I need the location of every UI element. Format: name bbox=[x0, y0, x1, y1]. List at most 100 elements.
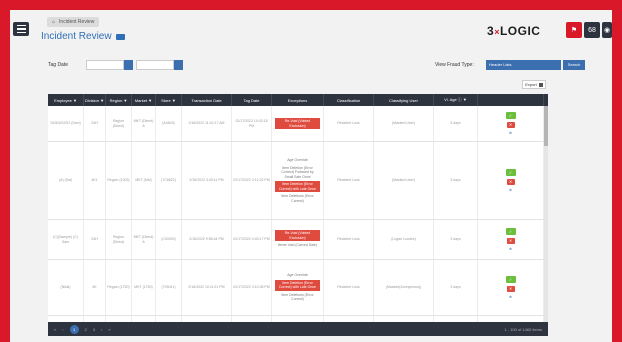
cell-store: (703041) bbox=[156, 260, 182, 315]
cell-actions: ✓ ✕ ⊕ bbox=[478, 106, 544, 141]
cell-market: MKT (Direct) A bbox=[132, 106, 156, 141]
cell-market: MKT (Direct) A bbox=[132, 220, 156, 259]
column-header bbox=[478, 94, 544, 106]
column-header[interactable]: Vi. Age ⓘ ▼ bbox=[434, 94, 478, 106]
approve-button[interactable]: ✓ bbox=[505, 275, 516, 283]
table-row[interactable]: (A) (Sal) 4K1 Region (1003) MKT (Mid) (7C682… bbox=[48, 142, 548, 220]
cell-employee: (C)(Sample) (C) Sam bbox=[48, 220, 84, 259]
column-header[interactable]: Exceptions bbox=[272, 94, 324, 106]
page-title: Incident Review bbox=[41, 31, 125, 42]
export-button[interactable]: Export bbox=[522, 80, 546, 89]
table-row[interactable]: S4302/02/02 (Sam) Z4H Region (Direct) MKT (… bbox=[48, 106, 548, 142]
cell-classification: Resident Loss bbox=[324, 220, 374, 259]
reject-button[interactable]: ✕ bbox=[506, 178, 515, 185]
cell-employee: (Nikki) bbox=[48, 260, 84, 315]
cell-actions: ✓ ✕ ⊕ bbox=[478, 260, 544, 315]
approve-button[interactable]: ✓ bbox=[505, 168, 516, 176]
cell-store: (C00002) bbox=[156, 220, 182, 259]
breadcrumb: ⌂ Incident Review bbox=[47, 17, 100, 27]
tag-date-label: Tag Date bbox=[48, 62, 69, 68]
tag-date-from-input[interactable] bbox=[86, 60, 124, 70]
tag-date-to-input[interactable] bbox=[136, 60, 174, 70]
cell-market: MKT (1750) bbox=[132, 260, 156, 315]
cell-division: Z4H bbox=[84, 106, 106, 141]
page-button[interactable]: « bbox=[54, 327, 56, 332]
home-icon[interactable]: ⌂ bbox=[52, 19, 55, 25]
calendar-icon[interactable] bbox=[174, 60, 183, 70]
video-icon[interactable] bbox=[115, 33, 125, 40]
exception-chip: Item Deletions (Error Correct) bbox=[281, 292, 314, 302]
cell-age: 3 days bbox=[434, 106, 478, 141]
exception-chip: Item Deletion (Error Correct) with Late … bbox=[275, 279, 320, 291]
page-button[interactable]: ‹ bbox=[62, 327, 63, 332]
scrollbar-thumb[interactable] bbox=[544, 106, 548, 146]
table-row[interactable]: (C)(Sample) (C) Sam Z4H Region (Direct) MKT… bbox=[48, 220, 548, 260]
cell-txn-date: 2/16/2022 10:11:21 PM bbox=[182, 260, 232, 315]
top-bar: ⌂ Incident Review Incident Review 3×LOGI… bbox=[10, 10, 612, 48]
search-button[interactable]: Search bbox=[563, 60, 585, 70]
location-icon[interactable]: ◉ bbox=[602, 22, 612, 38]
more-icon[interactable]: ⊕ bbox=[509, 247, 512, 252]
cell-classification: Resident Loss bbox=[324, 260, 374, 315]
column-header[interactable]: Transaction Date bbox=[182, 94, 232, 106]
column-header[interactable]: Store ▼ bbox=[156, 94, 182, 106]
cell-region: Region (Direct) bbox=[106, 106, 132, 141]
page-button[interactable]: 2 bbox=[85, 327, 87, 332]
more-icon[interactable]: ⊕ bbox=[509, 188, 512, 193]
cell-user: (Masked(Anonymous)) bbox=[374, 260, 434, 315]
cell-division: Z4H bbox=[84, 220, 106, 259]
cell-region: Region (Direct) bbox=[106, 220, 132, 259]
notification-count[interactable]: 68 bbox=[584, 22, 600, 38]
table-body: S4302/02/02 (Sam) Z4H Region (Direct) MKT (… bbox=[48, 106, 548, 322]
more-icon[interactable]: ⊕ bbox=[509, 131, 512, 136]
fraud-type-select[interactable]: Header Lists bbox=[486, 60, 561, 70]
cell-market: MKT (Mid) bbox=[132, 142, 156, 219]
approve-button[interactable]: ✓ bbox=[505, 111, 516, 119]
fraud-type-label: View Fraud Type: bbox=[435, 62, 474, 68]
cell-txn-date: 2/16/2022 9:58:44 PM bbox=[182, 220, 232, 259]
cell-exceptions: Age Override Item Deletion (Error Correct… bbox=[272, 260, 324, 315]
cell-actions: ✓ ✕ ⊕ bbox=[478, 220, 544, 259]
page-button[interactable]: › bbox=[101, 327, 102, 332]
reject-button[interactable]: ✕ bbox=[506, 121, 515, 128]
flag-icon[interactable]: ⚑ bbox=[566, 22, 582, 38]
exception-chip: Items Void (Carved Sale) bbox=[278, 243, 317, 248]
exception-chip: Item Deletion (Error Correct) with Late … bbox=[275, 181, 320, 192]
exception-chip: Re-Void (Voided Exclusion) bbox=[275, 230, 320, 242]
cell-age: 3 days bbox=[434, 220, 478, 259]
pagination-bar: « ‹ 1 2 3 › » 1 - 100 of 1465 items bbox=[48, 322, 548, 336]
page-button[interactable]: » bbox=[108, 327, 110, 332]
column-header[interactable]: Region ▼ bbox=[106, 94, 132, 106]
more-icon[interactable]: ⊕ bbox=[509, 295, 512, 300]
cell-user: (Logan Loudes) bbox=[374, 220, 434, 259]
page-button[interactable]: 3 bbox=[93, 327, 95, 332]
cell-txn-date: 2/16/2022 11:42:17 AM bbox=[182, 106, 232, 141]
column-header[interactable]: Classifying User bbox=[374, 94, 434, 106]
column-header[interactable]: Classification bbox=[324, 94, 374, 106]
approve-button[interactable]: ✓ bbox=[505, 227, 516, 235]
column-header[interactable]: Employee ▼ bbox=[48, 94, 84, 106]
calendar-icon[interactable] bbox=[124, 60, 133, 70]
cell-store: (7C6822) bbox=[156, 142, 182, 219]
cell-tag-date: 02/17/2022 4:03:17 PM bbox=[232, 220, 272, 259]
app-screen: ⌂ Incident Review Incident Review 3×LOGI… bbox=[10, 10, 612, 342]
cell-classification: Resident Loss bbox=[324, 142, 374, 219]
table-row[interactable]: (Nikki) 4K Region (1750) MKT (1750) (703041)… bbox=[48, 260, 548, 316]
cell-store: (A4543) bbox=[156, 106, 182, 141]
column-header[interactable]: Division ▼ bbox=[84, 94, 106, 106]
reject-button[interactable]: ✕ bbox=[506, 285, 515, 292]
cell-tag-date: 02/17/2022 10:02:18 PM bbox=[232, 106, 272, 141]
breadcrumb-item[interactable]: Incident Review bbox=[59, 19, 94, 25]
column-header[interactable]: Market ▼ bbox=[132, 94, 156, 106]
cell-employee: (A) (Sal) bbox=[48, 142, 84, 219]
menu-icon[interactable] bbox=[13, 22, 29, 36]
cell-classification: Resident Loss bbox=[324, 106, 374, 141]
cell-division: 4K1 bbox=[84, 142, 106, 219]
page-button[interactable]: 1 bbox=[69, 324, 79, 334]
reject-button[interactable]: ✕ bbox=[506, 237, 515, 244]
exception-chip: Item Deletion (Error Correct) Followed b… bbox=[281, 165, 314, 179]
exception-chip: Item Deletions (Error Correct) bbox=[281, 194, 314, 203]
incident-table: Employee ▼ Division ▼ Region ▼ Market ▼ Stor… bbox=[48, 94, 548, 322]
column-header[interactable]: Tag Date bbox=[232, 94, 272, 106]
table-scrollbar[interactable] bbox=[544, 106, 548, 322]
